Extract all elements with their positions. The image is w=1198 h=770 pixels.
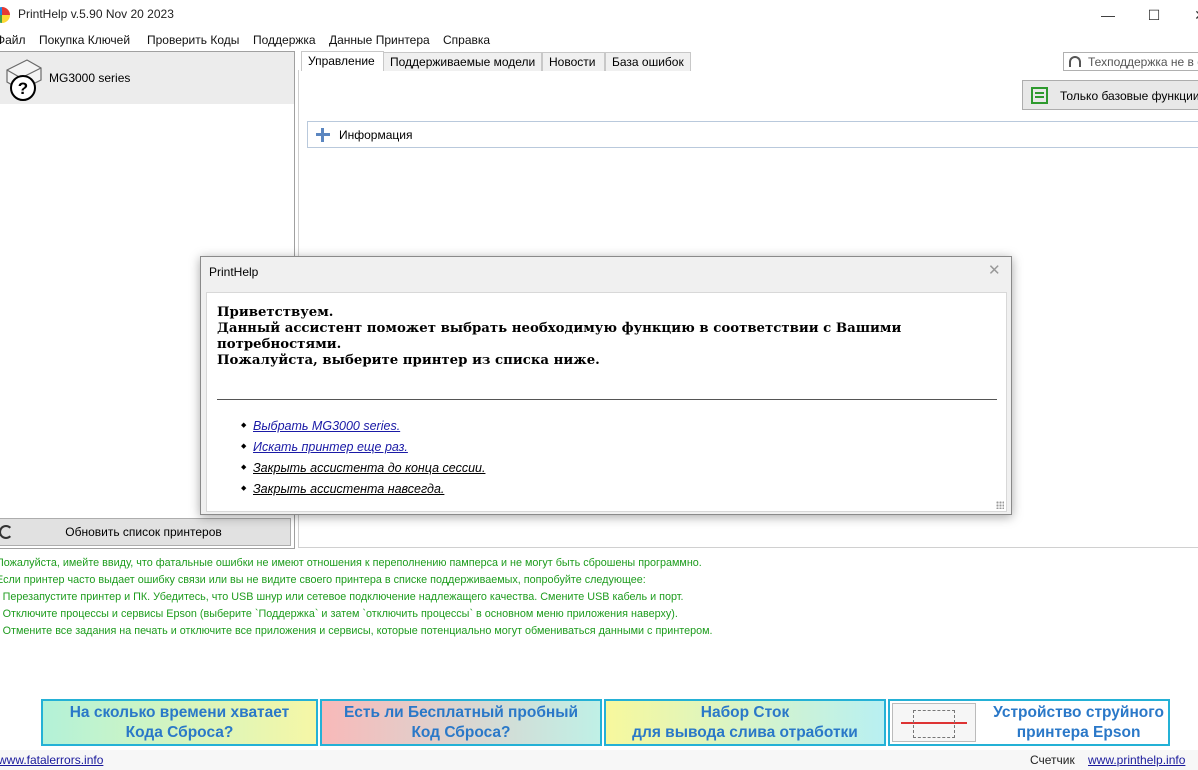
option-item: Закрыть ассистента навсегда. bbox=[241, 482, 485, 503]
banner-line: Есть ли Бесплатный пробный bbox=[343, 703, 579, 721]
svg-text:?: ? bbox=[18, 79, 28, 98]
dialog-greeting: Приветствуем. Данный ассистент поможет в… bbox=[217, 305, 977, 369]
banner-text: На сколько времени хватает Кода Сброса? bbox=[70, 703, 290, 743]
banner-drain-kit[interactable]: Набор Сток для вывода слива отработки bbox=[604, 699, 886, 746]
banner-free-trial-code[interactable]: Есть ли Бесплатный пробный Код Сброса? bbox=[320, 699, 602, 746]
printhelp-link[interactable]: www.printhelp.info bbox=[1088, 753, 1185, 767]
fatalerrors-link[interactable]: www.fatalerrors.info bbox=[0, 753, 103, 767]
menu-buy-keys[interactable]: Покупка Ключей bbox=[39, 33, 130, 47]
notice-line: Если принтер часто выдает ошибку связи и… bbox=[0, 574, 646, 586]
maximize-button[interactable]: ☐ bbox=[1131, 0, 1177, 30]
menu-printer-data[interactable]: Данные Принтера bbox=[329, 33, 430, 47]
resize-grip[interactable] bbox=[996, 501, 1004, 509]
info-section[interactable]: Информация bbox=[307, 121, 1198, 148]
dialog-options: Выбрать MG3000 series. Искать принтер ещ… bbox=[241, 419, 485, 503]
printer-diagram-icon bbox=[892, 703, 976, 742]
list-icon bbox=[1031, 87, 1048, 104]
close-session-link[interactable]: Закрыть ассистента до конца сессии. bbox=[253, 461, 485, 475]
dialog-close-button[interactable]: ✕ bbox=[988, 261, 1001, 279]
greeting-line: Пожалуйста, выберите принтер из списка н… bbox=[217, 353, 600, 368]
support-status-text: Техподдержка не в сети bbox=[1088, 55, 1198, 69]
banner-epson-printer-structure[interactable]: Устройство струйного принтера Epson bbox=[888, 699, 1170, 746]
notice-line: - Перезапустите принтер и ПК. Убедитесь,… bbox=[0, 591, 684, 603]
minimize-button[interactable]: — bbox=[1085, 0, 1131, 30]
basic-functions-button[interactable]: Только базовые функции bbox=[1022, 80, 1198, 110]
status-bar: www.fatalerrors.info Счетчик www.printhe… bbox=[0, 750, 1198, 770]
menu-support[interactable]: Поддержка bbox=[253, 33, 316, 47]
refresh-printers-label: Обновить список принтеров bbox=[65, 525, 222, 539]
tab-supported-models[interactable]: Поддерживаемые модели bbox=[383, 52, 542, 71]
dialog-body: Приветствуем. Данный ассистент поможет в… bbox=[206, 292, 1007, 512]
assistant-dialog: PrintHelp ✕ Приветствуем. Данный ассисте… bbox=[200, 256, 1012, 515]
dialog-title: PrintHelp bbox=[209, 265, 259, 279]
notice-line: Пожалуйста, имейте ввиду, что фатальные … bbox=[0, 557, 702, 569]
support-status: Техподдержка не в сети bbox=[1063, 52, 1198, 71]
notice-line: - Отмените все задания на печать и отклю… bbox=[0, 625, 713, 637]
greeting-line: потребностями. bbox=[217, 337, 342, 352]
close-forever-link[interactable]: Закрыть ассистента навсегда. bbox=[253, 482, 444, 496]
tab-error-base[interactable]: База ошибок bbox=[605, 52, 691, 71]
menu-file[interactable]: Файл bbox=[0, 33, 26, 47]
refresh-icon bbox=[0, 525, 13, 539]
dialog-divider bbox=[217, 399, 997, 400]
banner-text: Устройство струйного принтера Epson bbox=[993, 703, 1164, 743]
banner-line: Код Сброса? bbox=[411, 723, 511, 741]
option-item: Закрыть ассистента до конца сессии. bbox=[241, 461, 485, 482]
banner-line: Кода Сброса? bbox=[125, 723, 234, 741]
banner-text: Набор Сток для вывода слива отработки bbox=[632, 703, 858, 743]
menu-help[interactable]: Справка bbox=[443, 33, 490, 47]
printer-list-item[interactable]: ? MG3000 series bbox=[0, 52, 294, 104]
banner-line: для вывода слива отработки bbox=[632, 723, 858, 741]
banner-line: На сколько времени хватает bbox=[69, 703, 290, 721]
notice-line: - Отключите процессы и сервисы Epson (вы… bbox=[0, 608, 678, 620]
select-printer-link[interactable]: Выбрать MG3000 series. bbox=[253, 419, 400, 433]
refresh-printers-button[interactable]: Обновить список принтеров bbox=[0, 518, 291, 546]
counter-label: Счетчик bbox=[1030, 753, 1075, 767]
app-icon bbox=[0, 7, 10, 23]
banner-line: Набор Сток bbox=[700, 703, 790, 721]
greeting-line: Данный ассистент поможет выбрать необход… bbox=[217, 321, 902, 336]
close-button[interactable]: ✕ bbox=[1177, 0, 1198, 30]
banner-line: Устройство струйного bbox=[993, 703, 1164, 721]
info-section-label: Информация bbox=[339, 128, 413, 142]
tab-management[interactable]: Управление bbox=[301, 51, 384, 71]
banner-reset-code-duration[interactable]: На сколько времени хватает Кода Сброса? bbox=[41, 699, 318, 746]
banner-text: Есть ли Бесплатный пробный Код Сброса? bbox=[344, 703, 578, 743]
printer-unknown-icon: ? bbox=[6, 59, 42, 101]
greeting-line: Приветствуем. bbox=[217, 305, 334, 320]
window-title: PrintHelp v.5.90 Nov 20 2023 bbox=[18, 7, 174, 21]
menu-bar: Файл Покупка Ключей Проверить Коды Подде… bbox=[0, 30, 1198, 50]
banner-line: принтера Epson bbox=[1016, 723, 1141, 741]
title-bar: PrintHelp v.5.90 Nov 20 2023 — ☐ ✕ bbox=[0, 0, 1198, 30]
menu-check-codes[interactable]: Проверить Коды bbox=[147, 33, 239, 47]
search-again-link[interactable]: Искать принтер еще раз. bbox=[253, 440, 408, 454]
basic-functions-label: Только базовые функции bbox=[1060, 89, 1198, 103]
printer-name: MG3000 series bbox=[49, 71, 131, 85]
option-item: Искать принтер еще раз. bbox=[241, 440, 485, 461]
option-item: Выбрать MG3000 series. bbox=[241, 419, 485, 440]
expand-plus-icon[interactable] bbox=[316, 128, 330, 142]
headset-icon bbox=[1069, 56, 1081, 67]
tab-news[interactable]: Новости bbox=[542, 52, 605, 71]
